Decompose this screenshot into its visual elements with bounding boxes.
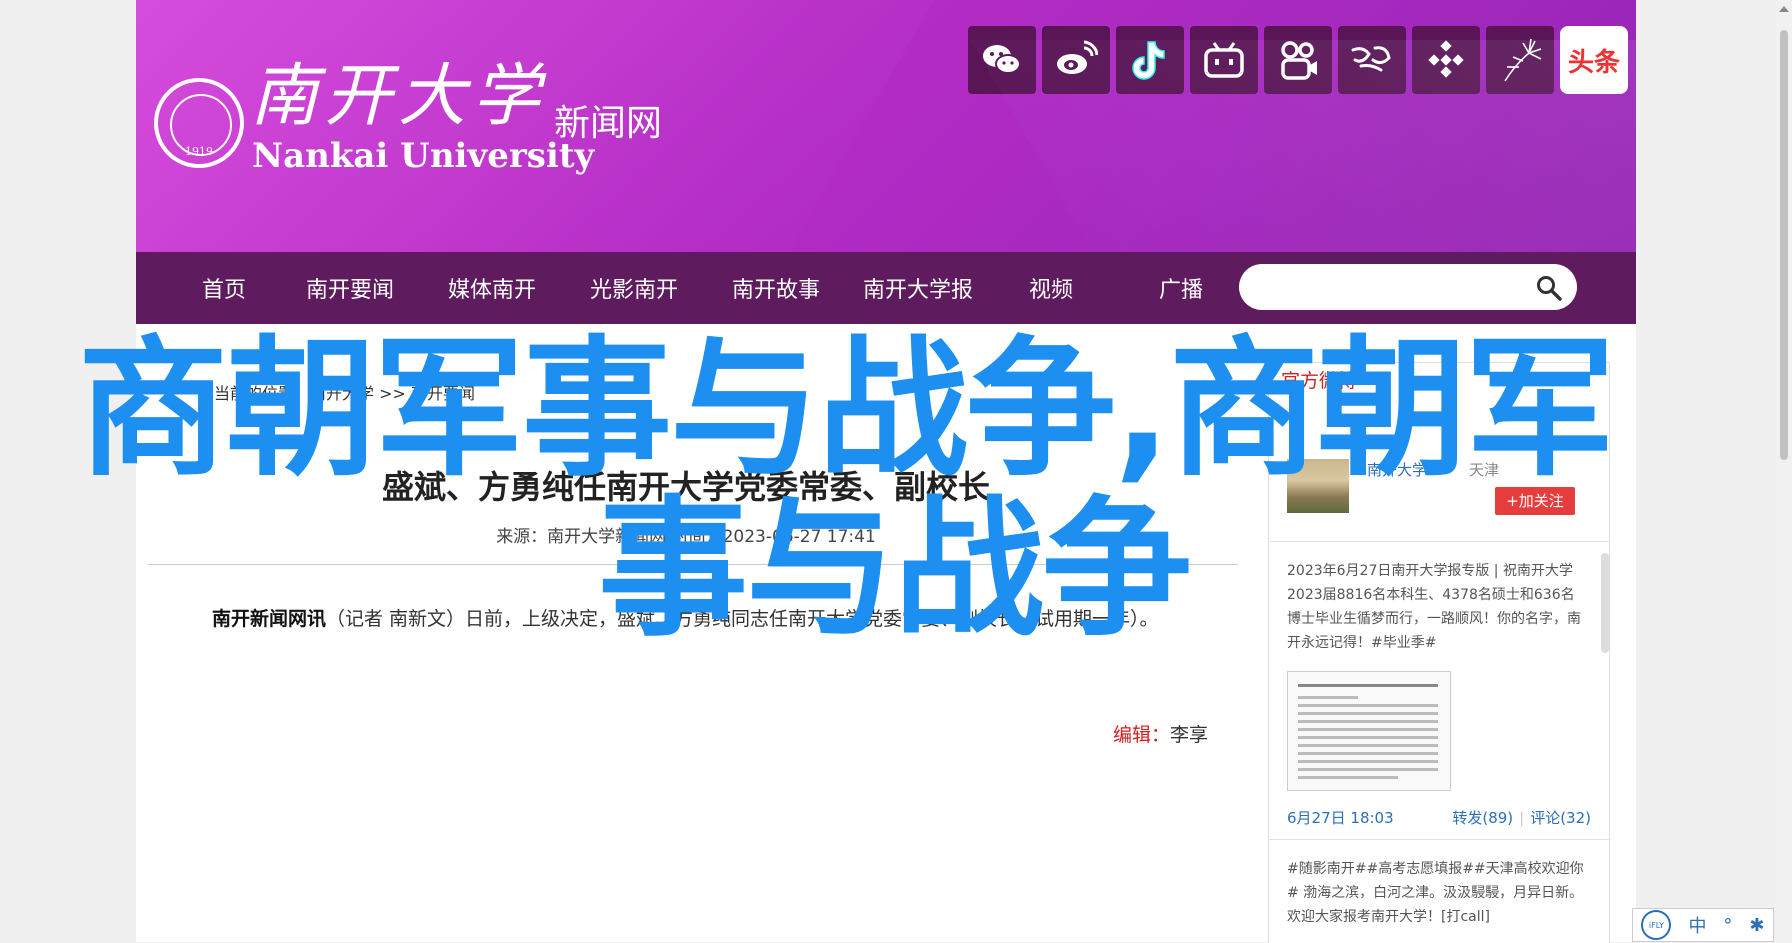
nav-item-nankai-stories[interactable]: 南开故事	[712, 272, 840, 304]
repost-link[interactable]: 转发(89)	[1452, 809, 1513, 827]
weibo-post-image[interactable]	[1287, 671, 1451, 791]
search-box	[1239, 264, 1577, 310]
university-seal-logo[interactable]: 1919	[154, 78, 244, 168]
kuaishou-icon[interactable]	[1264, 26, 1332, 94]
qingting-icon[interactable]	[1412, 26, 1480, 94]
toutiao-icon[interactable]: 头条	[1560, 26, 1628, 94]
panel-divider	[1269, 839, 1609, 840]
editor-label: 编辑：	[1112, 724, 1170, 746]
logo-english-name[interactable]: Nankai University	[252, 136, 594, 176]
bilibili-icon[interactable]	[1190, 26, 1258, 94]
nav-item-media-nankai[interactable]: 媒体南开	[428, 272, 556, 304]
weibo-post-date[interactable]: 6月27日 18:03	[1287, 807, 1394, 828]
dandelion-icon[interactable]	[1486, 26, 1554, 94]
overlay-line-1: 商朝军事与战争,商朝军	[78, 323, 1615, 497]
window-scrollbar[interactable]	[1776, 0, 1792, 942]
nav-item-radio[interactable]: 广播	[1106, 272, 1256, 304]
weibo-post-stats: 转发(89) | 评论(32)	[1452, 809, 1591, 827]
nav-item-nankai-news[interactable]: 南开要闻	[272, 272, 428, 304]
search-icon[interactable]	[1535, 274, 1563, 302]
editor-credit: 编辑：李享	[1113, 720, 1208, 747]
overlay-line-2: 事与战争	[598, 483, 1192, 657]
xuexi-icon[interactable]	[1338, 26, 1406, 94]
ifly-icon[interactable]: iFLY	[1641, 910, 1672, 940]
logo-chinese-name[interactable]: 南开大学	[250, 40, 546, 139]
nav-item-home[interactable]: 首页	[176, 272, 272, 304]
comment-link[interactable]: 评论(32)	[1530, 809, 1591, 827]
toutiao-label: 头条	[1567, 47, 1620, 78]
ime-toolbar: iFLY 中 ° ✱	[1632, 908, 1774, 942]
overlay-headline: 商朝军事与战争,商朝军 事与战争	[78, 330, 1618, 650]
weibo-icon[interactable]	[1042, 26, 1110, 94]
ime-dot-icon[interactable]: °	[1723, 915, 1732, 936]
header-banner: 1919 南开大学 Nankai University 新闻网 头条	[136, 0, 1636, 252]
search-input[interactable]	[1257, 272, 1521, 304]
douyin-icon[interactable]	[1116, 26, 1184, 94]
nav-items: 首页 南开要闻 媒体南开 光影南开 南开故事 南开大学报 视频 广播	[176, 252, 1256, 324]
ime-settings-icon[interactable]: ✱	[1749, 915, 1764, 936]
seal-year: 1919	[185, 145, 213, 158]
weibo-post-text: #随影南开##高考志愿填报##天津高校欢迎你# 渤海之滨，白河之津。汲汲駸駸，月…	[1287, 861, 1584, 925]
wechat-icon[interactable]	[968, 26, 1036, 94]
ime-language-toggle[interactable]: 中	[1688, 912, 1706, 938]
social-links: 头条	[968, 26, 1628, 94]
main-nav: 首页 南开要闻 媒体南开 光影南开 南开故事 南开大学报 视频 广播	[136, 252, 1636, 324]
scroll-up-icon[interactable]	[1779, 6, 1789, 12]
logo-site-name[interactable]: 新闻网	[554, 94, 662, 146]
nav-item-video[interactable]: 视频	[996, 272, 1106, 304]
nav-item-photo-nankai[interactable]: 光影南开	[556, 272, 712, 304]
scrollbar-thumb[interactable]	[1780, 30, 1788, 460]
nav-item-university-paper[interactable]: 南开大学报	[840, 272, 996, 304]
editor-name: 李享	[1169, 724, 1208, 746]
